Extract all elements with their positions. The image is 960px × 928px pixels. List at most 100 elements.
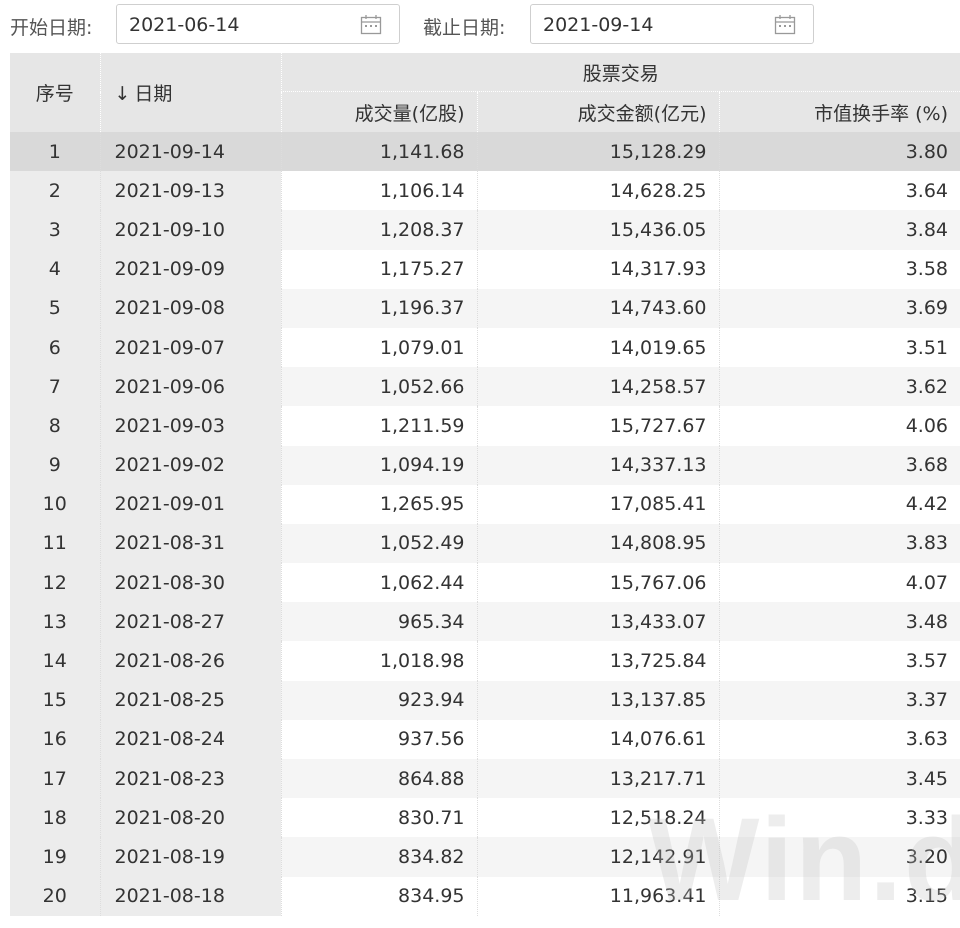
cell-turnover: 3.51 [718,327,960,368]
table-row[interactable]: 1 2021-09-14 1,141.68 15,128.29 3.80 [10,132,960,172]
cell-index: 10 [10,484,100,524]
cell-amount: 14,019.65 [476,327,719,368]
cell-turnover: 3.62 [718,367,960,407]
calendar-icon[interactable] [360,14,382,36]
table-row[interactable]: 5 2021-09-08 1,196.37 14,743.60 3.69 [10,288,960,328]
table-row[interactable]: 19 2021-08-19 834.82 12,142.91 3.20 [10,837,960,877]
table-row[interactable]: 18 2021-08-20 830.71 12,518.24 3.33 [10,798,960,838]
cell-date: 2021-09-01 [99,484,281,524]
cell-amount: 15,727.67 [476,406,719,446]
cell-turnover: 3.64 [718,171,960,211]
cell-amount: 15,767.06 [476,563,719,603]
cell-index: 4 [10,249,100,289]
cell-volume: 1,196.37 [280,288,477,328]
header-volume[interactable]: 成交量(亿股) [280,91,477,132]
cell-amount: 14,743.60 [476,288,719,328]
header-date[interactable]: ↓ 日期 [99,53,281,132]
table-body: 1 2021-09-14 1,141.68 15,128.29 3.80 2 2021-09… [10,132,960,916]
table-row[interactable]: 10 2021-09-01 1,265.95 17,085.41 4.42 [10,484,960,524]
cell-volume: 1,106.14 [280,171,477,211]
cell-amount: 14,076.61 [476,719,719,759]
cell-volume: 1,018.98 [280,641,477,681]
table-row[interactable]: 2 2021-09-13 1,106.14 14,628.25 3.64 [10,171,960,211]
table-row[interactable]: 9 2021-09-02 1,094.19 14,337.13 3.68 [10,445,960,485]
cell-index: 19 [10,837,100,877]
cell-turnover: 3.48 [718,602,960,642]
cell-volume: 1,079.01 [280,327,477,368]
cell-index: 3 [10,210,100,250]
cell-turnover: 3.83 [718,523,960,564]
table-row[interactable]: 12 2021-08-30 1,062.44 15,767.06 4.07 [10,563,960,603]
cell-index: 7 [10,367,100,407]
cell-index: 15 [10,680,100,720]
cell-volume: 965.34 [280,602,477,642]
cell-date: 2021-09-08 [99,288,281,328]
cell-amount: 14,628.25 [476,171,719,211]
cell-date: 2021-09-03 [99,406,281,446]
header-amount[interactable]: 成交金额(亿元) [476,91,719,132]
table-row[interactable]: 16 2021-08-24 937.56 14,076.61 3.63 [10,719,960,759]
table-row[interactable]: 4 2021-09-09 1,175.27 14,317.93 3.58 [10,249,960,289]
cell-volume: 834.82 [280,837,477,877]
cell-date: 2021-08-19 [99,837,281,877]
cell-index: 8 [10,406,100,446]
cell-amount: 13,137.85 [476,680,719,720]
cell-date: 2021-08-20 [99,798,281,838]
cell-turnover: 3.45 [718,759,960,799]
table-row[interactable]: 3 2021-09-10 1,208.37 15,436.05 3.84 [10,210,960,250]
date-filter-bar: 开始日期: 2021-06-14 截止日期: 2021-09-14 [0,0,960,52]
cell-index: 2 [10,171,100,211]
cell-volume: 834.95 [280,876,477,916]
start-date-label: 开始日期: [10,17,93,39]
cell-date: 2021-09-09 [99,249,281,289]
table-row[interactable]: 14 2021-08-26 1,018.98 13,725.84 3.57 [10,641,960,681]
header-group-stock-trading: 股票交易 [280,53,960,92]
header-index[interactable]: 序号 [10,53,100,132]
table-row[interactable]: 15 2021-08-25 923.94 13,137.85 3.37 [10,680,960,720]
cell-date: 2021-09-14 [99,132,281,172]
cell-amount: 17,085.41 [476,484,719,524]
cell-amount: 15,436.05 [476,210,719,250]
cell-index: 13 [10,602,100,642]
cell-index: 17 [10,759,100,799]
cell-amount: 12,518.24 [476,798,719,838]
cell-turnover: 4.42 [718,484,960,524]
table-row[interactable]: 6 2021-09-07 1,079.01 14,019.65 3.51 [10,327,960,368]
cell-date: 2021-08-18 [99,876,281,916]
cell-volume: 1,175.27 [280,249,477,289]
table-row[interactable]: 11 2021-08-31 1,052.49 14,808.95 3.83 [10,523,960,564]
cell-date: 2021-08-24 [99,719,281,759]
end-date-label: 截止日期: [423,17,506,39]
cell-turnover: 3.15 [718,876,960,916]
table-row[interactable]: 17 2021-08-23 864.88 13,217.71 3.45 [10,759,960,799]
cell-turnover: 3.57 [718,641,960,681]
table-row[interactable]: 8 2021-09-03 1,211.59 15,727.67 4.06 [10,406,960,446]
calendar-icon[interactable] [774,14,796,36]
cell-turnover: 3.69 [718,288,960,328]
cell-amount: 12,142.91 [476,837,719,877]
table-row[interactable]: 13 2021-08-27 965.34 13,433.07 3.48 [10,602,960,642]
cell-date: 2021-08-27 [99,602,281,642]
cell-date: 2021-08-25 [99,680,281,720]
cell-index: 9 [10,445,100,485]
table-row[interactable]: 20 2021-08-18 834.95 11,963.41 3.15 [10,876,960,916]
cell-index: 18 [10,798,100,838]
cell-amount: 11,963.41 [476,876,719,916]
end-date-input[interactable]: 2021-09-14 [530,4,814,44]
start-date-input[interactable]: 2021-06-14 [116,4,400,44]
cell-turnover: 3.68 [718,445,960,485]
cell-amount: 15,128.29 [476,132,719,172]
cell-date: 2021-08-26 [99,641,281,681]
cell-amount: 14,808.95 [476,523,719,564]
cell-date: 2021-09-13 [99,171,281,211]
cell-date: 2021-08-23 [99,759,281,799]
cell-volume: 1,062.44 [280,563,477,603]
header-turnover[interactable]: 市值换手率 (%) [718,91,960,132]
arrow-down-icon[interactable]: ↓ [115,83,131,105]
table-row[interactable]: 7 2021-09-06 1,052.66 14,258.57 3.62 [10,367,960,407]
cell-volume: 1,094.19 [280,445,477,485]
cell-volume: 864.88 [280,759,477,799]
cell-volume: 1,208.37 [280,210,477,250]
cell-volume: 1,052.66 [280,367,477,407]
cell-date: 2021-09-06 [99,367,281,407]
